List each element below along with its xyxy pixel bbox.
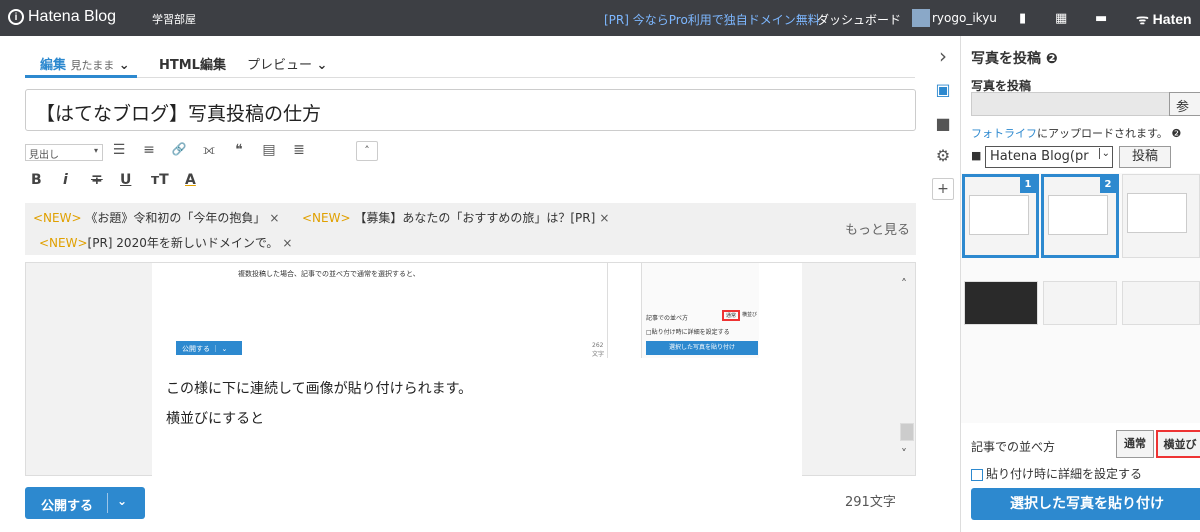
title-input[interactable]: 【はてなブログ】写真投稿の仕方	[25, 89, 916, 131]
collapse-toolbar-icon[interactable]: ˄	[356, 141, 378, 161]
tab-preview[interactable]: プレビュー ⌄	[247, 54, 327, 73]
upload-button[interactable]: 投稿	[1119, 146, 1171, 168]
order-normal-button[interactable]: 通常	[1116, 430, 1154, 458]
table-icon[interactable]: ▤	[259, 142, 279, 158]
chevron-down-icon: ▾	[93, 146, 98, 155]
scroll-down-icon[interactable]: ˅	[901, 447, 907, 461]
photo-gallery: 1 2	[961, 173, 1200, 423]
hatena-brand-link[interactable]: ᯤ Haten	[1136, 10, 1192, 29]
text-color-button[interactable]: A	[185, 172, 196, 188]
photo-thumbnail[interactable]	[1122, 281, 1200, 325]
scroll-up-icon[interactable]: ˄	[901, 277, 907, 291]
tab-html-edit[interactable]: HTML編集	[159, 54, 226, 73]
close-icon[interactable]: ×	[599, 211, 609, 225]
strikethrough-button[interactable]: ∓	[91, 172, 103, 188]
photo-upload-panel: 写真を投稿 ❷ 写真を投稿 参 フォトライフにアップロードされます。 ❷ ■ H…	[960, 36, 1200, 532]
chevron-down-icon: ⌄	[316, 58, 328, 73]
folder-icon: ■	[971, 149, 982, 162]
order-label: 記事での並べ方	[971, 440, 1056, 454]
more-news-link[interactable]: もっと見る	[845, 219, 910, 238]
promo-link[interactable]: [PR] 今ならPro利用で独自ドメイン無料	[604, 11, 820, 28]
grid-menu-icon[interactable]: ▦	[1055, 11, 1067, 26]
dashboard-link[interactable]: ダッシュボード	[817, 11, 901, 28]
more-break-icon[interactable]: ⟗	[199, 142, 219, 158]
body-paragraph[interactable]: この様に下に連続して画像が貼り付けられます。	[166, 378, 472, 398]
edit-mode-label: 見たまま	[70, 59, 115, 72]
folder-select[interactable]: Hatena Blog(pr ⌄	[985, 146, 1113, 168]
news-bar: <NEW> 《お題》令和初の「今年の抱負」 × <NEW> 【募集】あなたの「おす…	[25, 203, 916, 255]
selection-badge: 2	[1100, 177, 1116, 193]
photo-thumbnail[interactable]: 2	[1041, 174, 1119, 258]
format-toolbar: 見出し ▾ ☰ ≡ 🔗 ⟗ ❝ ▤ ≣ ˄	[25, 141, 915, 163]
collapse-panel-icon[interactable]: ›	[932, 44, 954, 68]
detail-checkbox[interactable]: 貼り付け時に詳細を設定する	[971, 465, 1142, 482]
folder-icon[interactable]: ■	[932, 114, 954, 136]
fotolife-link[interactable]: フォトライフ	[971, 127, 1037, 140]
close-icon[interactable]: ×	[282, 236, 292, 250]
news-item[interactable]: <NEW> 【募集】あなたの「おすすめの旅」は？[PR] ×	[302, 209, 609, 226]
editor-scrollbar[interactable]: ˄ ˅	[898, 263, 916, 475]
browse-button[interactable]: 参	[1169, 92, 1200, 116]
news-item[interactable]: <NEW>[PR] 2020年を新しいドメインで。 ×	[39, 234, 292, 251]
bookmark-icon[interactable]: ▮	[1019, 11, 1026, 26]
photo-icon[interactable]: ▣	[932, 80, 954, 102]
scrollbar-thumb[interactable]	[900, 423, 914, 441]
add-icon[interactable]: +	[932, 178, 954, 200]
body-paragraph[interactable]: 横並びにすると	[166, 408, 264, 428]
character-count: 291文字	[845, 495, 896, 510]
panel-title: 写真を投稿 ❷	[971, 51, 1058, 67]
chevron-down-icon: ⌄	[118, 58, 130, 73]
comment-icon[interactable]: ▬	[1095, 11, 1107, 26]
numbered-list-icon[interactable]: ≡	[139, 142, 159, 158]
editor-content[interactable]: 複数投稿した場合、記事での並べ方で通常を選択すると、 公開する ｜ ⌄ 262文…	[152, 263, 802, 477]
news-item[interactable]: <NEW> 《お題》令和初の「今年の抱負」 ×	[33, 209, 279, 226]
font-size-button[interactable]: ᴛT	[151, 172, 169, 188]
active-tab-indicator	[25, 75, 137, 78]
chevron-down-icon[interactable]: ⌄	[117, 494, 127, 508]
order-horizontal-button[interactable]: 横並び	[1156, 430, 1200, 458]
italic-button[interactable]: i	[63, 172, 68, 188]
editor-area[interactable]: 複数投稿した場合、記事での並べ方で通常を選択すると、 公開する ｜ ⌄ 262文…	[25, 262, 916, 477]
photo-thumbnail[interactable]: 1	[962, 174, 1039, 258]
publish-button[interactable]: 公開する ⌄	[25, 487, 145, 519]
underline-button[interactable]: U	[120, 172, 131, 188]
fotolife-note: フォトライフにアップロードされます。 ❷	[971, 127, 1182, 140]
checkbox[interactable]	[971, 468, 983, 481]
photo-thumbnail[interactable]	[964, 281, 1038, 325]
blog-name-link[interactable]: 学習部屋	[152, 11, 196, 27]
bullet-list-icon[interactable]: ☰	[109, 142, 129, 158]
divider	[107, 493, 108, 513]
logo-text: Hatena Blog	[28, 8, 117, 25]
quote-icon[interactable]: ❝	[229, 142, 249, 158]
username-link[interactable]: ryogo_ikyu	[932, 11, 997, 25]
top-bar: i Hatena Blog 学習部屋 [PR] 今ならPro利用で独自ドメイン無…	[0, 0, 1200, 36]
sidebar-icon-rail: › ▣ ■ ⚙ +	[926, 36, 960, 532]
tab-edit[interactable]: 編集 見たまま ⌄	[40, 54, 130, 73]
paste-photos-button[interactable]: 選択した写真を貼り付け	[971, 488, 1200, 520]
close-icon[interactable]: ×	[269, 211, 279, 225]
heading-select[interactable]: 見出し ▾	[25, 144, 103, 161]
avatar[interactable]	[912, 9, 930, 27]
pasted-screenshot-image: 記事での並べ方 通常 横並び □貼り付け時に詳細を設定する 選択した写真を貼り付…	[641, 263, 759, 358]
photo-thumbnail[interactable]	[1122, 174, 1200, 258]
gear-icon[interactable]: ⚙	[932, 146, 954, 168]
photo-thumbnail[interactable]	[1043, 281, 1117, 325]
selection-badge: 1	[1020, 177, 1036, 193]
file-input[interactable]	[971, 92, 1171, 116]
editor-tabs: 編集 見たまま ⌄ HTML編集 プレビュー ⌄	[25, 46, 915, 78]
bold-button[interactable]: B	[31, 172, 42, 188]
pasted-screenshot-image: 複数投稿した場合、記事での並べ方で通常を選択すると、 公開する ｜ ⌄ 262文…	[162, 263, 608, 358]
chevron-down-icon: ⌄	[1098, 148, 1110, 159]
hatena-blog-logo[interactable]: i Hatena Blog	[8, 8, 116, 26]
logo-mark-icon: i	[8, 9, 24, 25]
code-icon[interactable]: ≣	[289, 142, 309, 158]
link-icon[interactable]: 🔗	[169, 142, 189, 156]
